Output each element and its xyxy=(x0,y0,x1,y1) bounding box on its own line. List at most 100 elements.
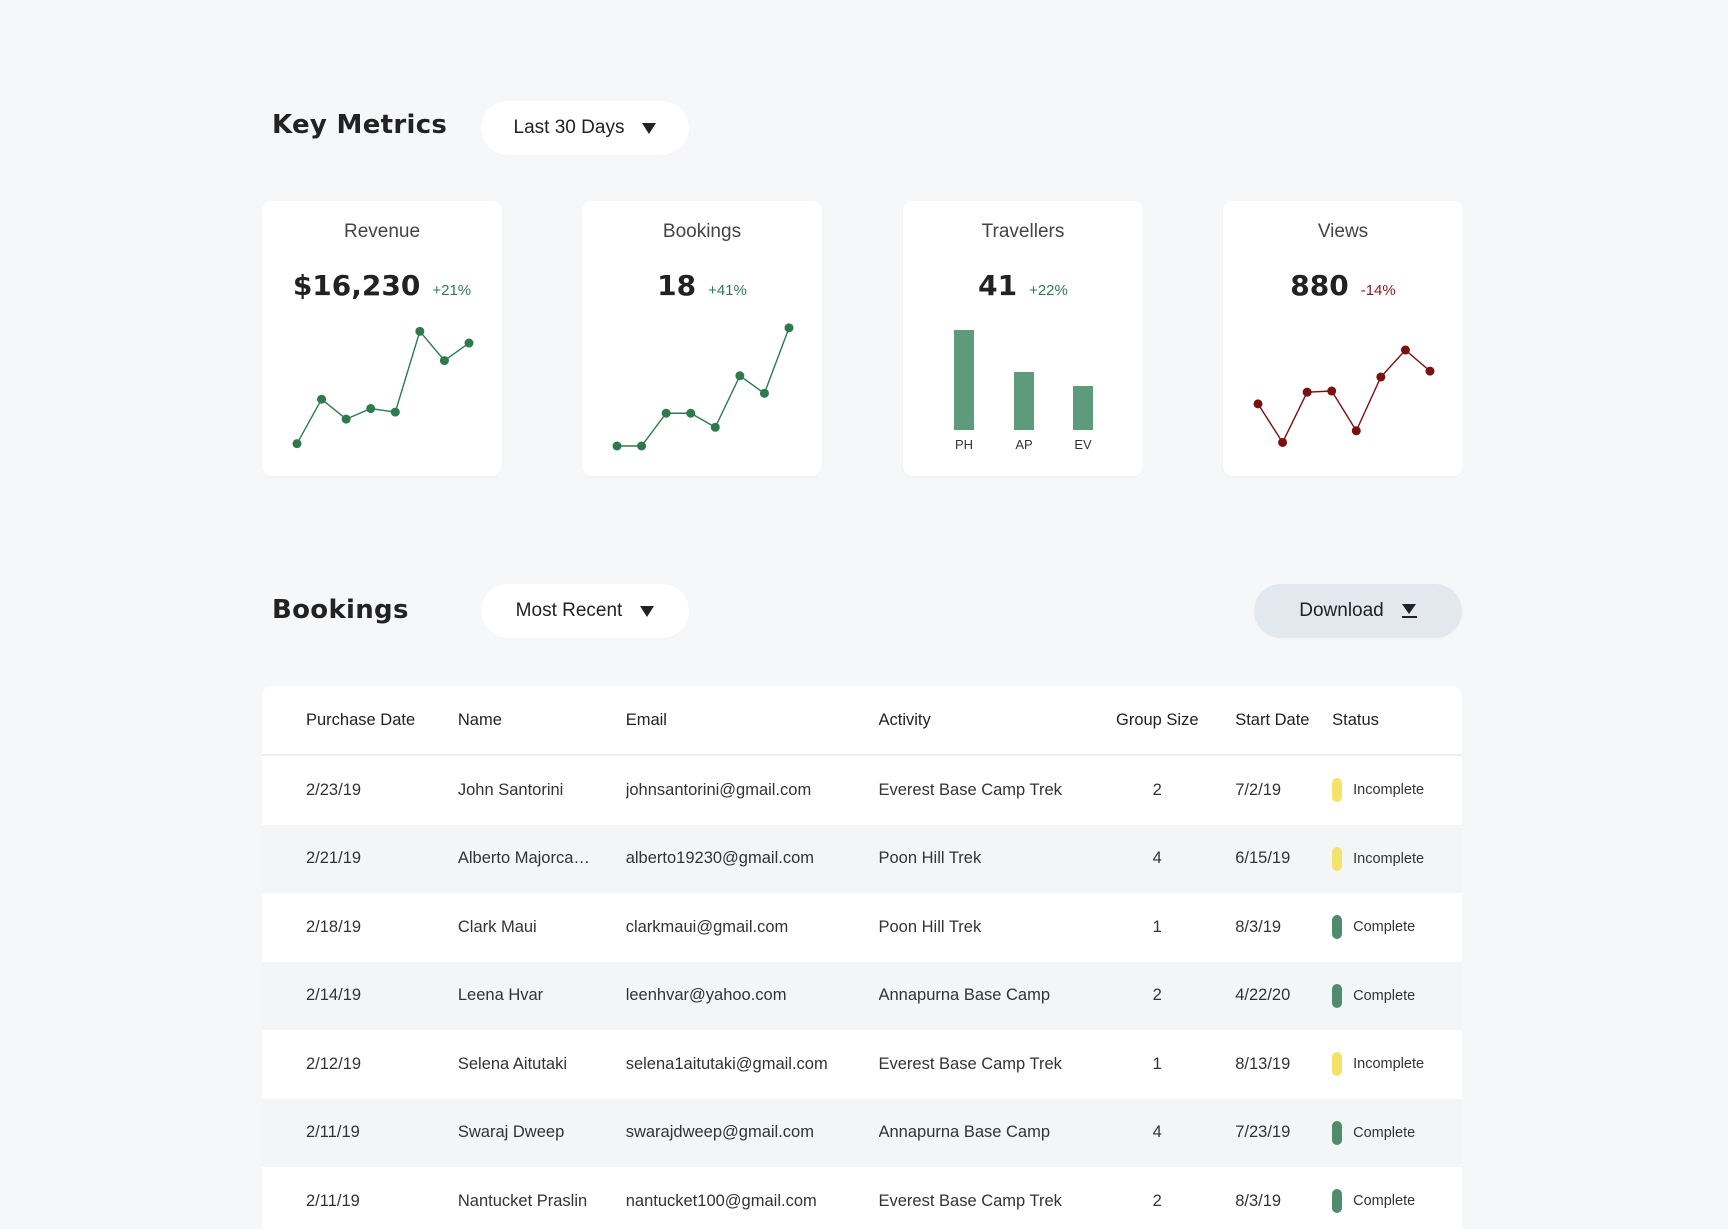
status-cell: Complete xyxy=(1332,1189,1462,1214)
email-cell: johnsantorini@gmail.com xyxy=(625,780,812,799)
status-cell: Complete xyxy=(1332,915,1462,940)
group-size-cell: 4 xyxy=(1152,849,1162,868)
status-label: Incomplete xyxy=(1353,850,1425,867)
column-header[interactable]: Purchase Date xyxy=(262,711,458,730)
chevron-down-icon xyxy=(640,605,655,617)
status-label: Incomplete xyxy=(1353,782,1425,799)
group-size-cell: 2 xyxy=(1152,986,1162,1005)
key-metrics-header: Key Metrics xyxy=(272,110,447,140)
name-cell: Leena Hvar xyxy=(457,986,544,1005)
bookings-title: Bookings xyxy=(272,595,409,625)
bookings-sparkline xyxy=(612,323,794,451)
download-label: Download xyxy=(1299,600,1384,621)
name-cell: Swaraj Dweep xyxy=(457,1123,565,1142)
data-point xyxy=(637,441,647,451)
bar xyxy=(1073,386,1093,430)
column-header[interactable]: Start Date xyxy=(1217,711,1332,730)
status-indicator xyxy=(1332,983,1343,1008)
data-point xyxy=(292,439,302,449)
sort-label: Most Recent xyxy=(515,600,623,621)
status-indicator xyxy=(1332,1052,1343,1077)
data-point xyxy=(1351,426,1361,436)
bookings-header: Bookings xyxy=(272,595,409,625)
data-point xyxy=(390,407,400,417)
email-cell: leenhvar@yahoo.com xyxy=(625,986,787,1005)
table-header: Purchase Date Name Email Activity Group … xyxy=(262,686,1462,756)
status-label: Incomplete xyxy=(1353,1056,1425,1073)
date-range-label: Last 30 Days xyxy=(513,117,625,138)
purchase-date-cell: 2/23/19 xyxy=(306,780,362,799)
activity-cell: Everest Base Camp Trek xyxy=(878,780,1062,799)
column-header[interactable]: Email xyxy=(626,711,879,730)
bar-label: EV xyxy=(1074,437,1092,452)
series-line xyxy=(617,327,790,447)
column-header[interactable]: Status xyxy=(1332,711,1462,730)
group-size-cell: 2 xyxy=(1152,1191,1162,1210)
purchase-date-cell: 2/18/19 xyxy=(306,917,362,936)
table-row[interactable]: 2/23/19 John Santorini johnsantorini@gmail… xyxy=(262,756,1462,825)
bar-label: AP xyxy=(1015,437,1032,452)
bar xyxy=(1014,372,1034,430)
start-date-cell: 8/13/19 xyxy=(1235,1054,1291,1073)
status-cell: Incomplete xyxy=(1332,778,1462,803)
column-header[interactable]: Name xyxy=(458,711,626,730)
name-cell: Clark Maui xyxy=(457,917,537,936)
data-point xyxy=(464,338,474,348)
table-body: 2/23/19 John Santorini johnsantorini@gmail… xyxy=(262,756,1462,1229)
purchase-date-cell: 2/12/19 xyxy=(306,1054,362,1073)
column-header[interactable]: Activity xyxy=(879,711,1098,730)
data-point xyxy=(1302,387,1312,397)
metric-card-travellers: Travellers 41 +22% PH AP EV xyxy=(903,201,1143,476)
start-date-cell: 6/15/19 xyxy=(1235,849,1291,868)
activity-cell: Poon Hill Trek xyxy=(878,917,982,936)
email-cell: alberto19230@gmail.com xyxy=(625,849,814,868)
data-point xyxy=(759,388,769,398)
table-row[interactable]: 2/21/19 Alberto Majorca… alberto19230@gmai… xyxy=(262,824,1462,893)
start-date-cell: 7/2/19 xyxy=(1235,780,1282,799)
data-point xyxy=(1253,399,1263,409)
status-indicator xyxy=(1332,915,1343,940)
status-label: Complete xyxy=(1353,1193,1416,1210)
email-cell: nantucket100@gmail.com xyxy=(625,1191,817,1210)
name-cell: Selena Aitutaki xyxy=(457,1054,568,1073)
data-point xyxy=(366,404,376,414)
table-row[interactable]: 2/12/19 Selena Aitutaki selena1aitutaki@gm… xyxy=(262,1030,1462,1099)
purchase-date-cell: 2/11/19 xyxy=(306,1123,360,1142)
group-size-cell: 4 xyxy=(1152,1123,1162,1142)
data-point xyxy=(612,441,622,451)
status-cell: Incomplete xyxy=(1332,1052,1462,1077)
activity-cell: Everest Base Camp Trek xyxy=(878,1191,1062,1210)
bar xyxy=(954,330,974,430)
group-size-cell: 2 xyxy=(1152,780,1162,799)
metric-card-views: Views 880 -14% xyxy=(1223,201,1463,476)
bar-label: PH xyxy=(955,437,973,452)
name-cell: Nantucket Praslin xyxy=(457,1191,588,1210)
sort-dropdown[interactable]: Most Recent xyxy=(481,584,689,638)
start-date-cell: 7/23/19 xyxy=(1235,1123,1291,1142)
series-line xyxy=(1257,349,1431,444)
chevron-down-icon xyxy=(642,122,657,134)
group-size-cell: 1 xyxy=(1152,1054,1162,1073)
data-point xyxy=(686,408,696,418)
data-point xyxy=(661,408,671,418)
download-button[interactable]: Download xyxy=(1254,584,1462,638)
table-row[interactable]: 2/18/19 Clark Maui clarkmaui@gmail.com Poon… xyxy=(262,893,1462,962)
metric-card-revenue: Revenue $16,230 +21% xyxy=(262,201,502,476)
bookings-table: Purchase Date Name Email Activity Group … xyxy=(262,686,1462,1229)
table-row[interactable]: 2/11/19 Swaraj Dweep swarajdweep@gmail.com… xyxy=(262,1098,1462,1167)
table-row[interactable]: 2/11/19 Nantucket Praslin nantucket100@gma… xyxy=(262,1167,1462,1229)
start-date-cell: 4/22/20 xyxy=(1235,986,1291,1005)
group-size-cell: 1 xyxy=(1152,917,1162,936)
metric-card-bookings: Bookings 18 +41% xyxy=(582,201,822,476)
data-point xyxy=(1327,386,1337,396)
table-row[interactable]: 2/14/19 Leena Hvar leenhvar@yahoo.com Annap… xyxy=(262,961,1462,1030)
activity-cell: Poon Hill Trek xyxy=(878,849,982,868)
data-point xyxy=(1425,366,1435,376)
status-cell: Incomplete xyxy=(1332,846,1462,871)
date-range-dropdown[interactable]: Last 30 Days xyxy=(481,101,689,155)
status-indicator xyxy=(1332,1189,1343,1214)
data-point xyxy=(1376,372,1386,382)
key-metrics-title: Key Metrics xyxy=(272,110,448,140)
column-header[interactable]: Group Size xyxy=(1097,711,1217,730)
name-cell: John Santorini xyxy=(457,780,564,799)
